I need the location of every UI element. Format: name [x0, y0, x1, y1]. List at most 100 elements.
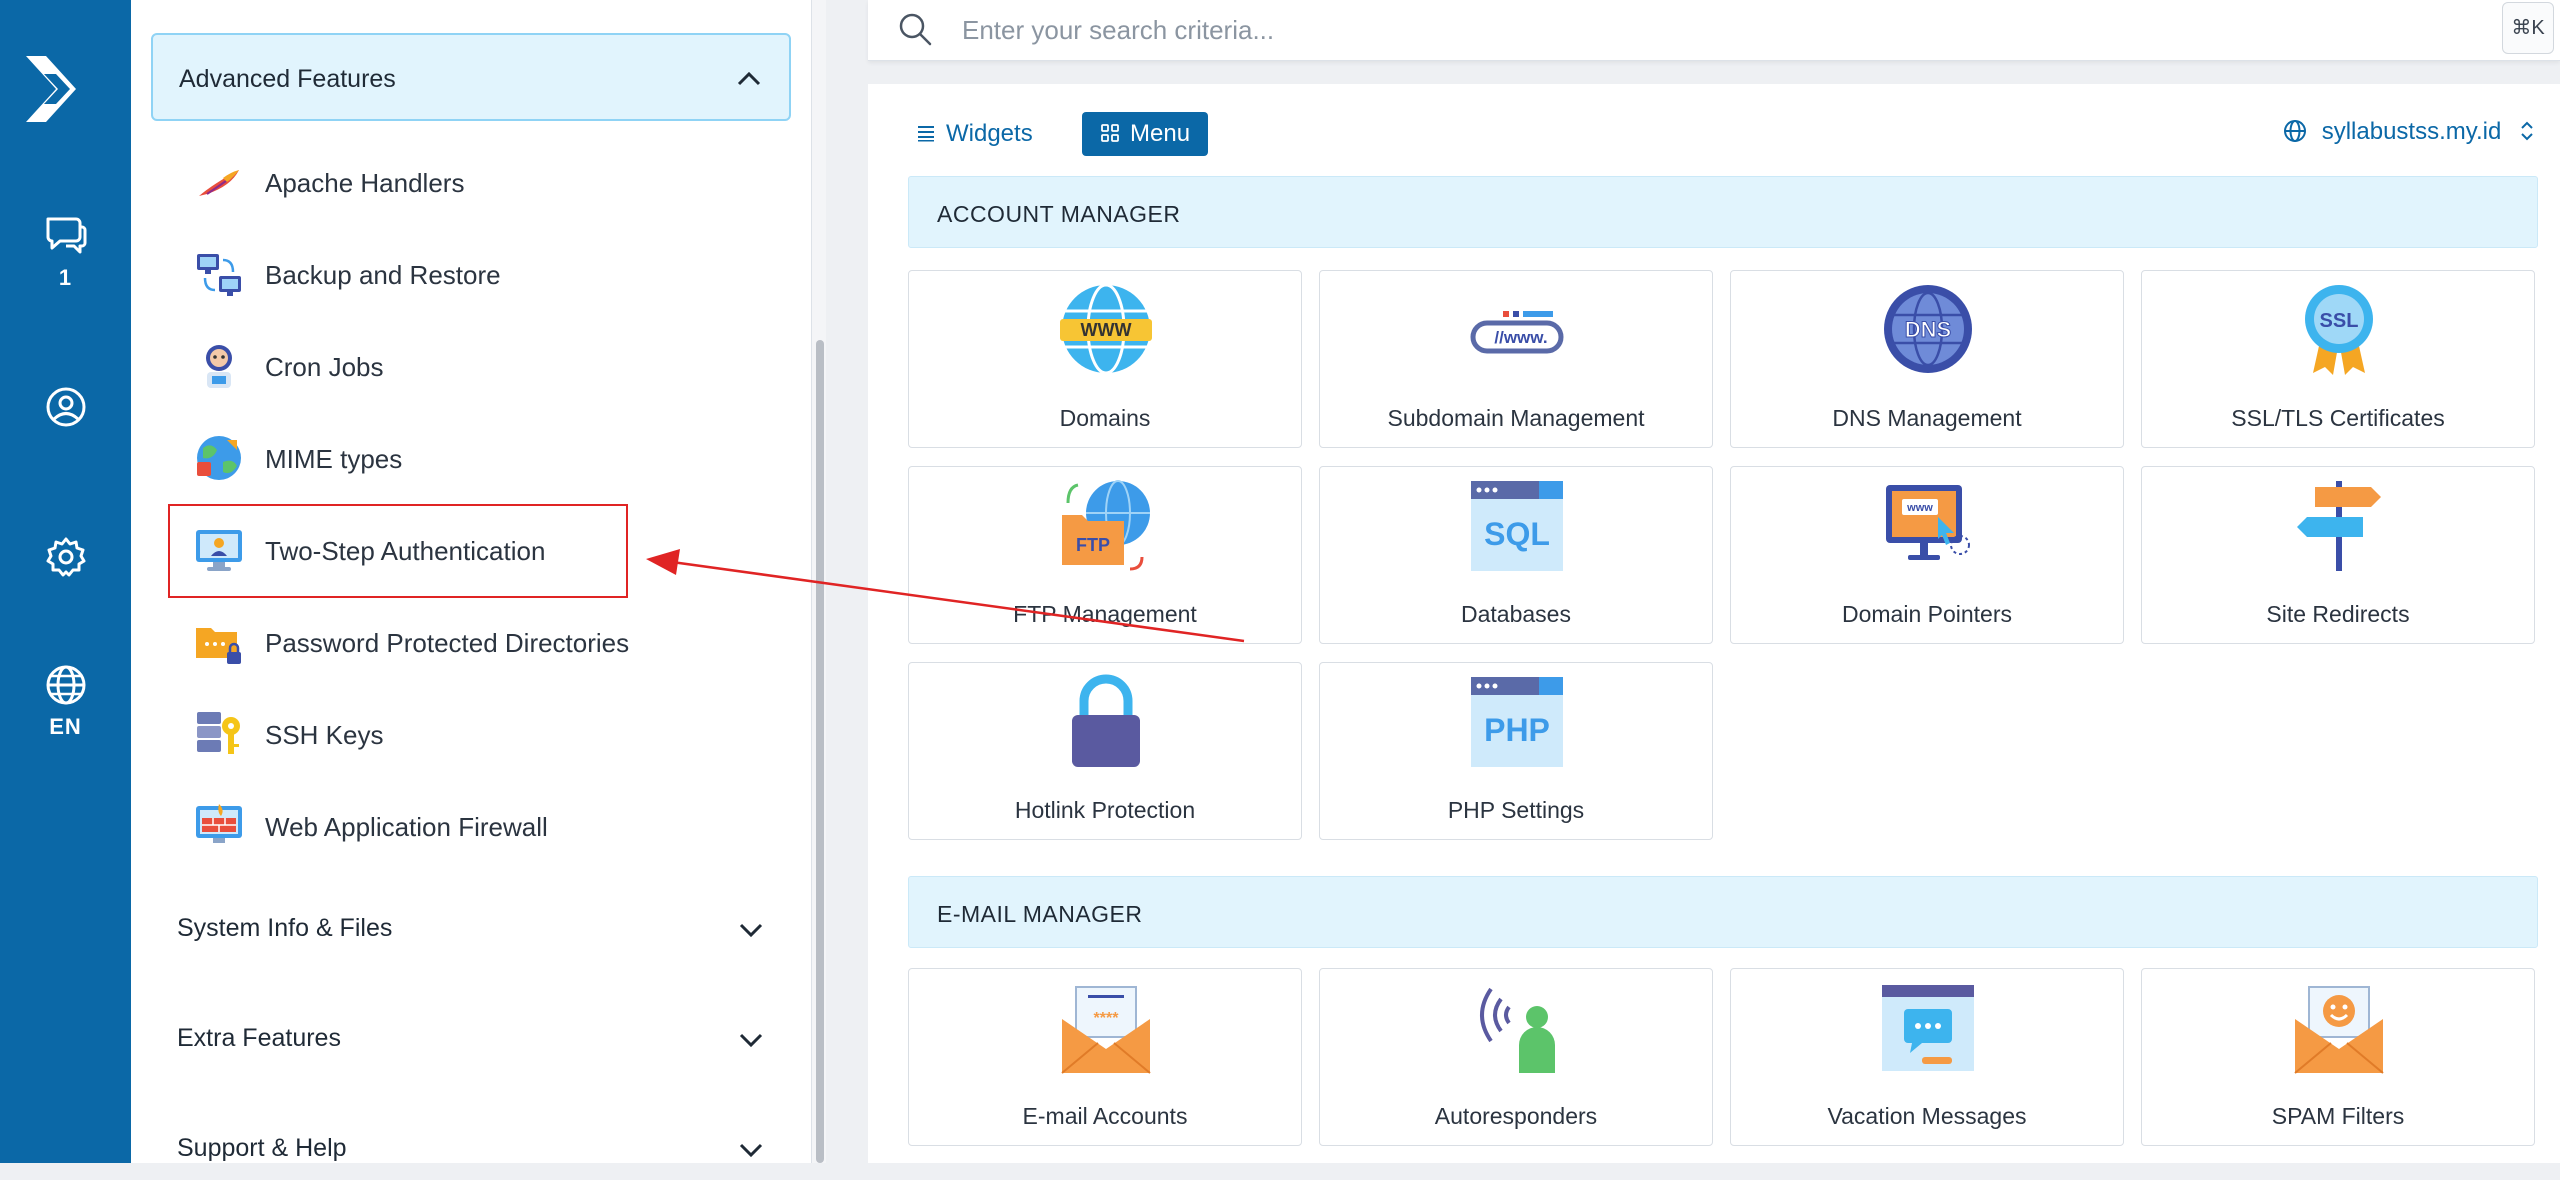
- chevron-updown-icon: [2521, 121, 2533, 141]
- widgets-tab[interactable]: Widgets: [904, 112, 1045, 156]
- svg-text:****: ****: [1094, 1010, 1120, 1027]
- card-label: Site Redirects: [2266, 601, 2410, 627]
- language-button[interactable]: EN: [0, 664, 131, 740]
- sidebar-item-label: Password Protected Directories: [265, 628, 630, 658]
- profile-button[interactable]: [0, 386, 131, 428]
- support-help-header[interactable]: Support & Help: [151, 1120, 791, 1180]
- section-title: E-MAIL MANAGER: [937, 901, 1143, 927]
- card-label: PHP Settings: [1447, 797, 1585, 823]
- chat-icon: [46, 217, 86, 254]
- card-label: Hotlink Protection: [1014, 797, 1196, 823]
- messages-count: 1: [58, 265, 73, 290]
- locked-folder-icon: [196, 628, 241, 664]
- list-icon: [918, 125, 934, 142]
- sidebar-item-apache-handlers[interactable]: Apache Handlers: [193, 152, 753, 212]
- email-password-icon: ****: [1061, 986, 1151, 1074]
- card-ftp-management[interactable]: FTP FTP Management: [908, 466, 1302, 644]
- widgets-tab-label: Widgets: [946, 120, 1033, 147]
- section-title: Support & Help: [177, 1134, 347, 1162]
- mime-globe-icon: [197, 436, 241, 480]
- card-php-settings[interactable]: PHP PHP Settings: [1319, 662, 1713, 840]
- sidebar-item-label: SSH Keys: [265, 720, 384, 750]
- search-bar: ⌘K: [868, 0, 2560, 61]
- card-autoresponders[interactable]: Autoresponders: [1319, 968, 1713, 1146]
- card-label: Autoresponders: [1434, 1103, 1598, 1129]
- sidebar-item-mime-types[interactable]: MIME types: [193, 428, 753, 488]
- signpost-icon: [2297, 481, 2381, 571]
- card-databases[interactable]: SQL Databases: [1319, 466, 1713, 644]
- chevron-up-icon: [737, 71, 761, 86]
- svg-text:WWW: WWW: [1081, 320, 1132, 340]
- card-subdomain-management[interactable]: //www. Subdomain Management: [1319, 270, 1713, 448]
- search-input[interactable]: [960, 10, 2264, 50]
- card-site-redirects[interactable]: Site Redirects: [2141, 466, 2535, 644]
- spam-filter-icon: [2294, 986, 2384, 1074]
- php-window-icon: PHP: [1471, 677, 1563, 767]
- language-code: EN: [49, 714, 82, 739]
- subdomain-icon: //www.: [1470, 311, 1564, 354]
- domain-name: syllabustss.my.id: [2321, 118, 2502, 145]
- firewall-icon: [196, 804, 242, 843]
- email-manager-section[interactable]: E-MAIL MANAGER: [908, 876, 2538, 948]
- card-spam-filters[interactable]: SPAM Filters: [2141, 968, 2535, 1146]
- card-label: Databases: [1461, 601, 1571, 627]
- card-domains[interactable]: WWW Domains: [908, 270, 1302, 448]
- card-hotlink-protection[interactable]: Hotlink Protection: [908, 662, 1302, 840]
- domain-pointer-monitor-icon: www: [1886, 485, 1970, 560]
- gear-icon: [46, 537, 85, 577]
- search-icon: [899, 13, 932, 46]
- section-title: Extra Features: [177, 1024, 341, 1052]
- card-label: SSL/TLS Certificates: [2231, 405, 2445, 431]
- keyboard-shortcut-badge[interactable]: ⌘K: [2502, 2, 2554, 54]
- sidebar-item-label: Web Application Firewall: [265, 812, 548, 842]
- section-title: System Info & Files: [177, 914, 393, 942]
- advanced-features-header[interactable]: Advanced Features: [151, 33, 791, 121]
- svg-text://www.: //www.: [1494, 328, 1547, 347]
- user-circle-icon: [46, 387, 85, 427]
- sidebar-item-cron-jobs[interactable]: Cron Jobs: [193, 336, 753, 396]
- extra-features-header[interactable]: Extra Features: [151, 1010, 791, 1070]
- sidebar-item-label: Backup and Restore: [265, 260, 501, 290]
- system-info-files-header[interactable]: System Info & Files: [151, 900, 791, 960]
- autoresponder-icon: [1480, 987, 1555, 1073]
- highlight-box: [168, 504, 628, 598]
- feather-icon: [199, 170, 239, 196]
- chevron-down-icon: [739, 923, 763, 938]
- messages-button[interactable]: 1: [0, 215, 131, 291]
- card-label: E-mail Accounts: [1022, 1103, 1188, 1129]
- card-vacation-messages[interactable]: Vacation Messages: [1730, 968, 2124, 1146]
- sidebar-item-backup-and-restore[interactable]: Backup and Restore: [193, 244, 753, 304]
- card-label: DNS Management: [1832, 405, 2022, 431]
- backup-computers-icon: [197, 254, 241, 296]
- padlock-icon: [1072, 674, 1140, 767]
- sidebar-item-label: MIME types: [265, 444, 403, 474]
- menu-tab[interactable]: Menu: [1082, 112, 1209, 156]
- left-rail: 1 EN: [0, 0, 131, 1163]
- sidebar-scrollbar-thumb[interactable]: [816, 340, 824, 1163]
- card-label: Domain Pointers: [1841, 601, 2013, 627]
- sidebar-item-web-application-firewall[interactable]: Web Application Firewall: [193, 796, 753, 856]
- sidebar-item-label: Apache Handlers: [265, 168, 465, 198]
- app-logo-icon[interactable]: [22, 52, 90, 126]
- sidebar-item-password-protected-directories[interactable]: Password Protected Directories: [193, 612, 753, 672]
- settings-button[interactable]: [0, 536, 131, 578]
- svg-text:SSL: SSL: [2320, 310, 2359, 332]
- ssh-key-icon: [197, 712, 240, 754]
- card-label: Subdomain Management: [1387, 405, 1645, 431]
- card-dns-management[interactable]: DNS DNS Management: [1730, 270, 2124, 448]
- card-ssl-tls-certificates[interactable]: SSL SSL/TLS Certificates: [2141, 270, 2535, 448]
- domain-selector[interactable]: syllabustss.my.id: [2283, 118, 2536, 146]
- svg-text:FTP: FTP: [1076, 535, 1110, 555]
- vacation-message-icon: [1882, 985, 1974, 1071]
- globe-icon: [46, 665, 85, 705]
- www-globe-icon: WWW: [1060, 283, 1152, 375]
- card-email-accounts[interactable]: **** E-mail Accounts: [908, 968, 1302, 1146]
- svg-text:DNS: DNS: [1905, 317, 1951, 342]
- account-manager-section[interactable]: ACCOUNT MANAGER: [908, 176, 2538, 248]
- card-label: SPAM Filters: [2271, 1103, 2405, 1129]
- ftp-folder-icon: FTP: [1062, 480, 1150, 571]
- chevron-down-icon: [739, 1143, 763, 1158]
- sidebar-item-ssh-keys[interactable]: SSH Keys: [193, 704, 753, 764]
- card-domain-pointers[interactable]: www Domain Pointers: [1730, 466, 2124, 644]
- globe-icon: [2284, 119, 2307, 142]
